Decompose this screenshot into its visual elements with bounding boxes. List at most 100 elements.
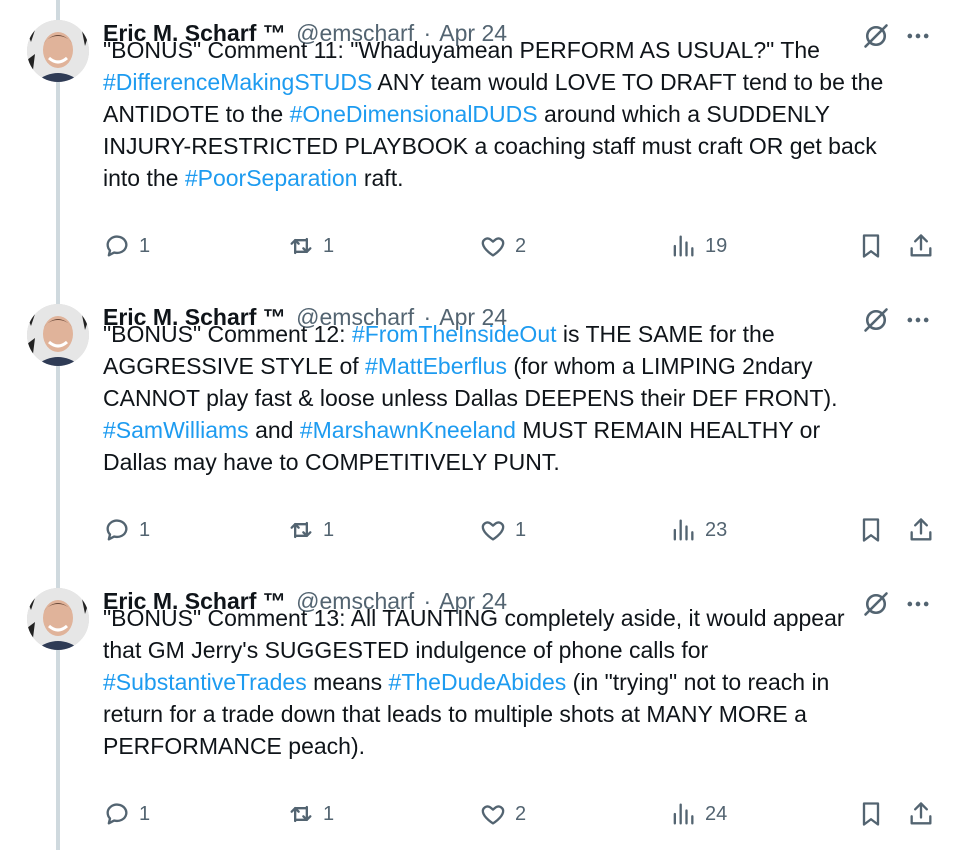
reply-icon	[106, 803, 128, 825]
text-segment: into the	[103, 165, 185, 191]
views-button[interactable]: 19	[669, 228, 727, 264]
tweet-text-line: "BONUS" Comment 13: All TAUNTING complet…	[103, 602, 943, 634]
tweet-text-line: that GM Jerry's SUGGESTED indulgence of …	[103, 634, 943, 666]
tweet-actions: 1 1 1 23	[103, 512, 941, 548]
reply-count: 1	[139, 234, 151, 257]
hashtag-link[interactable]: #TheDudeAbides	[389, 669, 567, 695]
text-segment: ANTIDOTE to the	[103, 101, 290, 127]
repost-icon	[290, 237, 312, 255]
repost-count: 1	[323, 518, 335, 541]
hashtag-link[interactable]: #DifferenceMakingSTUDS	[103, 69, 372, 95]
reply-count: 1	[139, 518, 151, 541]
bookmark-icon	[862, 802, 880, 826]
avatar[interactable]	[27, 588, 89, 650]
text-segment: INJURY-RESTRICTED PLAYBOOK a coaching st…	[103, 133, 877, 159]
text-segment: is THE SAME for the	[556, 321, 775, 347]
tweet-text-line: #SamWilliams and #MarshawnKneeland MUST …	[103, 414, 943, 446]
tweet-text-line: #SubstantiveTrades means #TheDudeAbides …	[103, 666, 943, 698]
text-segment: Dallas may have to COMPETITIVELY PUNT.	[103, 449, 560, 475]
tweet-text-line: ANTIDOTE to the #OneDimensionalDUDS arou…	[103, 98, 943, 130]
hashtag-link[interactable]: #SubstantiveTrades	[103, 669, 307, 695]
hashtag-link[interactable]: #MattEberflus	[365, 353, 507, 379]
tweet[interactable]: Eric M. Scharf ™ @emscharf · Apr 24 "BON…	[0, 284, 960, 568]
like-button[interactable]: 1	[479, 512, 526, 548]
heart-icon	[481, 805, 505, 825]
views-icon	[673, 803, 694, 825]
share-icon	[910, 518, 932, 541]
tweet[interactable]: Eric M. Scharf ™ @emscharf · Apr 24 "BON…	[0, 0, 960, 284]
tweet-text-line: #DifferenceMakingSTUDS ANY team would LO…	[103, 66, 943, 98]
hashtag-link[interactable]: #SamWilliams	[103, 417, 249, 443]
views-icon	[673, 235, 694, 257]
text-segment: PERFORMANCE peach).	[103, 733, 366, 759]
text-segment: ANY team would LOVE TO DRAFT tend to be …	[372, 69, 884, 95]
hashtag-link[interactable]: #FromTheInsideOut	[352, 321, 557, 347]
share-button[interactable]	[907, 512, 935, 548]
like-button[interactable]: 2	[479, 228, 526, 264]
heart-icon	[481, 237, 505, 257]
bookmark-button[interactable]	[857, 228, 885, 264]
reply-button[interactable]: 1	[103, 512, 150, 548]
text-segment: "BONUS" Comment 13: All TAUNTING complet…	[103, 605, 845, 631]
hashtag-link[interactable]: #OneDimensionalDUDS	[290, 101, 538, 127]
text-segment: around which a SUDDENLY	[537, 101, 830, 127]
bookmark-icon	[862, 518, 880, 542]
tweet[interactable]: Eric M. Scharf ™ @emscharf · Apr 24 "BON…	[0, 568, 960, 852]
views-button[interactable]: 23	[669, 512, 727, 548]
repost-button[interactable]: 1	[287, 796, 334, 832]
hashtag-link[interactable]: #MarshawnKneeland	[300, 417, 516, 443]
heart-icon	[481, 521, 505, 541]
like-count: 1	[515, 518, 527, 541]
tweet-text-line: AGGRESSIVE STYLE of #MattEberflus (for w…	[103, 350, 943, 382]
bookmark-button[interactable]	[857, 512, 885, 548]
text-segment: return for a trade down that leads to mu…	[103, 701, 807, 727]
tweet-text: "BONUS" Comment 11: "Whaduyamean PERFORM…	[103, 34, 943, 194]
views-button[interactable]: 24	[669, 796, 727, 832]
tweet-text-line: Dallas may have to COMPETITIVELY PUNT.	[103, 446, 943, 478]
text-segment: raft.	[357, 165, 404, 191]
tweet-text-line: "BONUS" Comment 12: #FromTheInsideOut is…	[103, 318, 943, 350]
hashtag-link[interactable]: #PoorSeparation	[185, 165, 358, 191]
text-segment: AGGRESSIVE STYLE of	[103, 353, 366, 379]
repost-button[interactable]: 1	[287, 228, 334, 264]
bookmark-icon	[862, 234, 880, 258]
tweet-text-line: into the #PoorSeparation raft.	[103, 162, 943, 194]
repost-count: 1	[323, 234, 335, 257]
text-segment: (for whom a LIMPING 2ndary	[506, 353, 813, 379]
view-count: 23	[705, 518, 728, 541]
text-segment: "BONUS" Comment 12:	[103, 321, 352, 347]
repost-icon	[290, 521, 312, 539]
like-button[interactable]: 2	[479, 796, 526, 832]
tweet-actions: 1 1 2 19	[103, 228, 941, 264]
text-segment: and	[248, 417, 300, 443]
tweet-text-line: return for a trade down that leads to mu…	[103, 698, 943, 730]
repost-button[interactable]: 1	[287, 512, 334, 548]
text-segment: that GM Jerry's SUGGESTED indulgence of …	[103, 637, 709, 663]
repost-count: 1	[323, 802, 335, 825]
bookmark-button[interactable]	[857, 796, 885, 832]
reply-button[interactable]: 1	[103, 796, 150, 832]
share-button[interactable]	[907, 228, 935, 264]
tweet-text-line: PERFORMANCE peach).	[103, 730, 943, 762]
view-count: 19	[705, 234, 728, 257]
repost-icon	[290, 805, 312, 823]
avatar[interactable]	[27, 20, 89, 82]
share-button[interactable]	[907, 796, 935, 832]
reply-button[interactable]: 1	[103, 228, 150, 264]
views-icon	[673, 519, 694, 541]
avatar[interactable]	[27, 304, 89, 366]
reply-icon	[106, 519, 128, 541]
like-count: 2	[515, 234, 527, 257]
share-icon	[910, 234, 932, 257]
view-count: 24	[705, 802, 728, 825]
reply-icon	[106, 235, 128, 257]
tweet-text-line: "BONUS" Comment 11: "Whaduyamean PERFORM…	[103, 34, 943, 66]
tweet-text-line: INJURY-RESTRICTED PLAYBOOK a coaching st…	[103, 130, 943, 162]
text-segment: (in "trying" not to reach in	[566, 669, 830, 695]
text-segment: MUST REMAIN HEALTHY or	[515, 417, 821, 443]
tweet-actions: 1 1 2 24	[103, 796, 941, 832]
tweet-text: "BONUS" Comment 13: All TAUNTING complet…	[103, 602, 943, 762]
share-icon	[910, 802, 932, 825]
text-segment: means	[306, 669, 389, 695]
text-segment: CANNOT play fast & loose unless Dallas D…	[103, 385, 838, 411]
